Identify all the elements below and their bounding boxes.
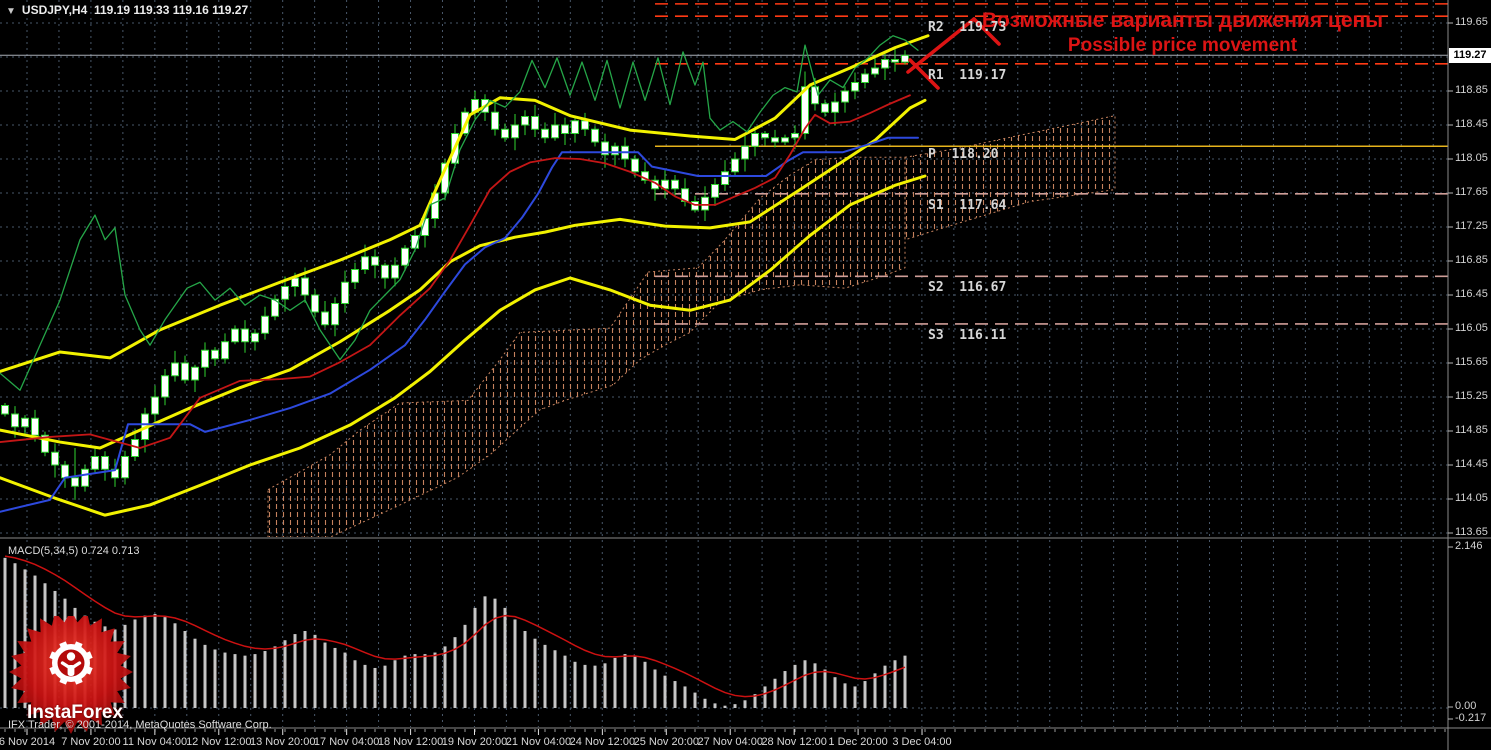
mt4-chart-window: InstaForex ▼ USDJPY,H4 119.19 119.33 119.… xyxy=(0,0,1491,750)
scenario-arrow xyxy=(972,17,1001,46)
main-panel xyxy=(0,0,1448,537)
instaforex-star-icon xyxy=(9,610,133,734)
current-price-box: 119.27 xyxy=(1449,47,1491,63)
ichimoku-cloud xyxy=(904,115,1116,241)
ichimoku-cloud xyxy=(267,156,906,537)
macd-panel xyxy=(0,540,1448,727)
chart-canvas[interactable] xyxy=(0,0,1491,750)
brand-name: InstaForex xyxy=(26,702,124,723)
instaforex-watermark: InstaForex xyxy=(4,610,146,750)
